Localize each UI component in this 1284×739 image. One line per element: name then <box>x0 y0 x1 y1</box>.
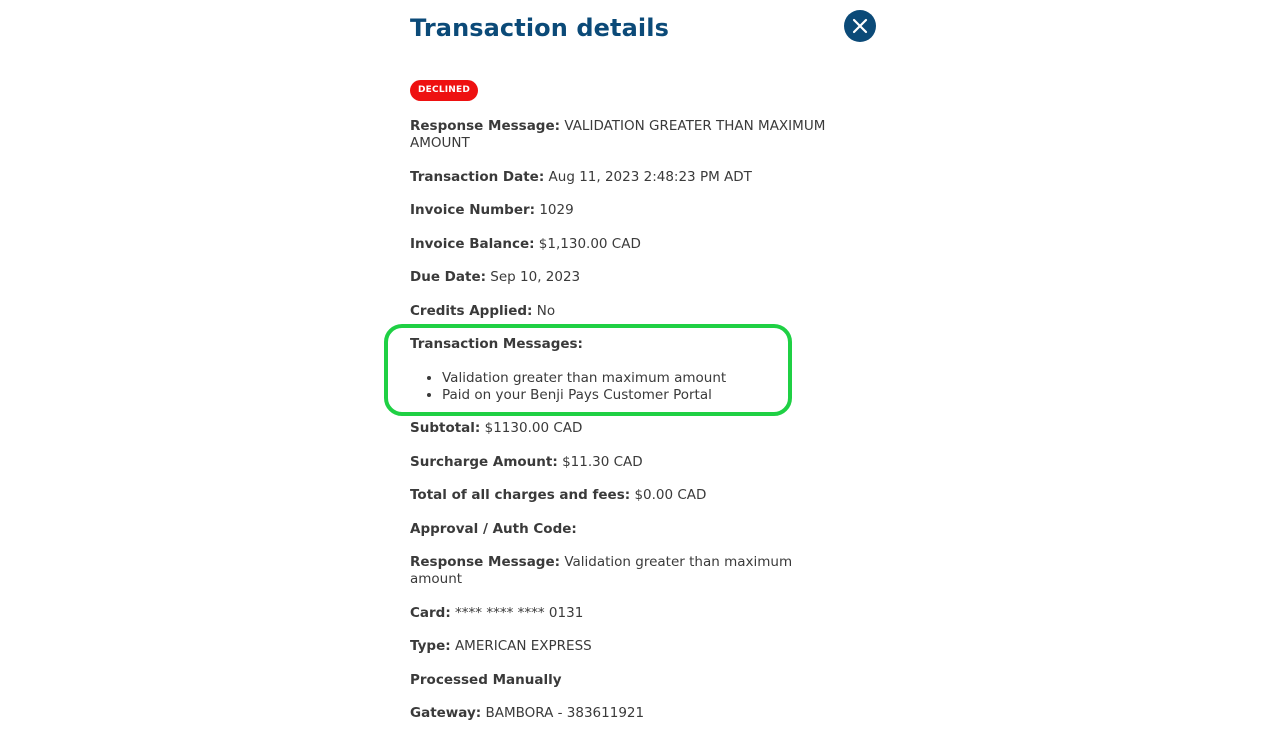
list-item: Paid on your Benji Pays Customer Portal <box>442 387 830 404</box>
credits-applied-row: Credits Applied: No <box>410 303 830 320</box>
approval-auth-code-row: Approval / Auth Code: <box>410 521 830 538</box>
surcharge-amount-row: Surcharge Amount: $11.30 CAD <box>410 454 830 471</box>
field-label: Transaction Messages: <box>410 336 583 352</box>
field-label: Transaction Date: <box>410 168 545 185</box>
field-value: Sep 10, 2023 <box>490 269 581 285</box>
card-type-row: Type: AMERICAN EXPRESS <box>410 638 830 655</box>
response-message-top-row: Response Message: VALIDATION GREATER THA… <box>410 118 830 152</box>
field-label: Credits Applied: <box>410 302 533 319</box>
due-date-row: Due Date: Sep 10, 2023 <box>410 269 830 286</box>
transaction-details-modal: Transaction details DECLINED Response Me… <box>410 0 880 730</box>
field-label: Type: <box>410 638 451 654</box>
field-label: Invoice Number: <box>410 202 536 218</box>
list-item: Validation greater than maximum amount <box>442 370 830 387</box>
field-label: Subtotal: <box>410 420 481 436</box>
status-badge: DECLINED <box>410 80 479 101</box>
field-value: BAMBORA - 383611921 <box>485 705 645 721</box>
gateway-row: Gateway: BAMBORA - 383611921 <box>410 705 830 722</box>
field-value: $0.00 CAD <box>634 487 707 503</box>
close-button[interactable] <box>844 10 876 42</box>
transaction-date-row: Transaction Date: Aug 11, 2023 2:48:23 P… <box>410 169 830 186</box>
field-label: Due Date: <box>410 269 486 285</box>
field-value: $11.30 CAD <box>562 453 643 470</box>
processed-manually-row: Processed Manually <box>410 672 830 689</box>
field-label: Invoice Balance: <box>410 235 535 252</box>
subtotal-row: Subtotal: $1130.00 CAD <box>410 420 830 437</box>
field-value: **** **** **** 0131 <box>455 604 584 621</box>
field-label: Approval / Auth Code: <box>410 520 577 537</box>
transaction-messages-list: Validation greater than maximum amount P… <box>410 370 830 404</box>
field-label: Total of all charges and fees: <box>410 487 631 503</box>
field-label: Processed Manually <box>410 671 562 688</box>
field-label: Response Message: <box>410 118 561 134</box>
field-label: Gateway: <box>410 705 482 721</box>
invoice-balance-row: Invoice Balance: $1,130.00 CAD <box>410 236 830 253</box>
field-value: $1130.00 CAD <box>484 420 583 436</box>
field-value: AMERICAN EXPRESS <box>454 638 592 654</box>
modal-title: Transaction details <box>410 14 669 42</box>
field-value: $1,130.00 CAD <box>538 235 641 252</box>
field-label: Card: <box>410 604 451 621</box>
close-x-icon <box>852 18 868 34</box>
field-label: Response Message: <box>410 554 561 570</box>
field-label: Surcharge Amount: <box>410 453 558 470</box>
field-value: Aug 11, 2023 2:48:23 PM ADT <box>548 168 752 185</box>
transaction-fields: Response Message: VALIDATION GREATER THA… <box>410 118 830 739</box>
total-charges-fees-row: Total of all charges and fees: $0.00 CAD <box>410 487 830 504</box>
field-value: 1029 <box>539 202 574 218</box>
invoice-number-row: Invoice Number: 1029 <box>410 202 830 219</box>
field-value: No <box>536 302 556 319</box>
response-message-bottom-row: Response Message: Validation greater tha… <box>410 554 830 588</box>
card-row: Card: **** **** **** 0131 <box>410 605 830 622</box>
transaction-messages-row: Transaction Messages: Validation greater… <box>410 336 830 404</box>
